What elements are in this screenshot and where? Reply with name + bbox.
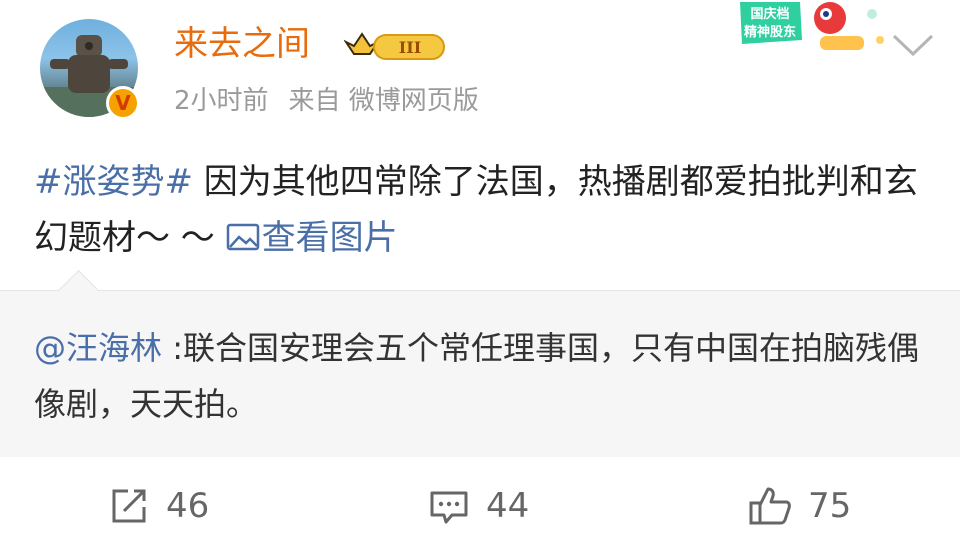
chevron-down-icon[interactable]	[890, 30, 936, 60]
comment-button[interactable]: 44	[428, 478, 529, 534]
promo-text-2: 精神股东	[744, 24, 796, 40]
username[interactable]: 来去之间	[174, 22, 310, 66]
verified-badge-icon: V	[106, 86, 140, 120]
repost-count: 46	[166, 486, 210, 526]
hashtag-link[interactable]: #涨姿势#	[34, 162, 193, 202]
thumbs-up-icon	[749, 487, 791, 525]
post-content: #涨姿势# 因为其他四常除了法国，热播剧都爱拍批判和玄幻题材～ ～ 查看图片	[34, 154, 934, 266]
retweet-content: @汪海林 :联合国安理会五个常任理事国，只有中国在拍脑残偶像剧，天天拍。	[34, 320, 934, 432]
promo-sticker-icon[interactable]: 国庆档 精神股东	[730, 0, 890, 58]
view-image-link[interactable]: 查看图片	[226, 218, 398, 258]
comment-icon	[430, 491, 468, 524]
like-button[interactable]: 75	[748, 478, 851, 534]
action-bar: 46 44 75	[0, 478, 960, 534]
post-source: 来自 微博网页版	[288, 86, 479, 116]
post-meta: 2小时前 来自 微博网页版	[174, 84, 479, 118]
level-label: III	[399, 38, 421, 57]
comment-count: 44	[486, 486, 530, 526]
mention-link[interactable]: @汪海林	[34, 329, 162, 367]
like-count: 75	[808, 486, 852, 526]
post-time: 2小时前	[174, 86, 269, 116]
image-icon	[226, 223, 259, 251]
repost-button[interactable]: 46	[108, 478, 209, 534]
repost-icon	[112, 489, 146, 523]
promo-text-1: 国庆档	[750, 6, 789, 22]
crown-level-badge-icon[interactable]: III	[344, 28, 448, 64]
view-image-label: 查看图片	[261, 218, 398, 258]
retweet-text: :联合国安理会五个常任理事国，只有中国在拍脑残偶像剧，天天拍。	[34, 329, 919, 423]
